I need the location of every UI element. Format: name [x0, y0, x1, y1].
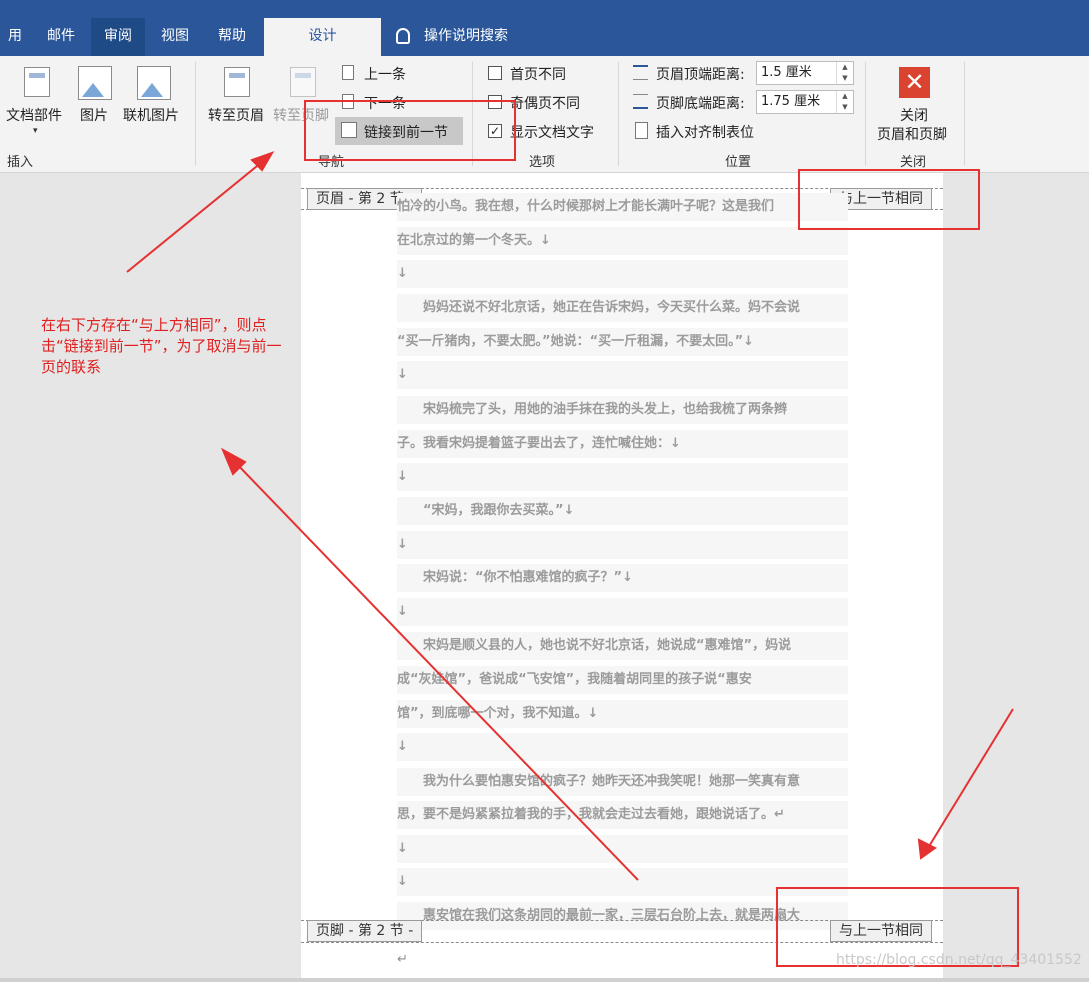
- footer-section-tag: 页脚 - 第 2 节 -: [307, 920, 423, 942]
- document-line[interactable]: 怕冷的小鸟。我在想，什么时候那树上才能长满叶子呢？这是我们: [397, 193, 848, 221]
- group-divider: [865, 62, 866, 166]
- footer-bottom-distance-value: 1.75 厘米: [761, 94, 821, 109]
- spinner-arrows-icon[interactable]: ▲ ▼: [836, 62, 853, 84]
- status-bar-edge: [0, 978, 1089, 982]
- document-line[interactable]: 我为什么要怕惠安馆的疯子？她昨天还冲我笑呢！她那一笑真有意: [397, 768, 848, 796]
- document-line[interactable]: ↓: [397, 598, 848, 626]
- picture-icon[interactable]: [78, 66, 112, 100]
- annotation-box-header-badge: [798, 169, 980, 230]
- document-line[interactable]: “买一斤猪肉，不要太肥。”她说：“买一斤租漏，不要太回。”↓: [397, 328, 848, 356]
- chevron-down-icon[interactable]: ▾: [33, 126, 38, 136]
- different-first-page-label: 首页不同: [510, 67, 566, 83]
- footer-bottom-distance-label: 页脚底端距离:: [656, 96, 745, 112]
- go-to-header-icon[interactable]: [224, 67, 250, 97]
- previous-button[interactable]: 上一条: [364, 64, 406, 84]
- document-line[interactable]: 宋妈是顺义县的人，她也说不好北京话，她说成“惠难馆”，妈说: [397, 632, 848, 660]
- tab-mailings[interactable]: 邮件: [34, 18, 88, 56]
- insert-alignment-tab-button[interactable]: 插入对齐制表位: [656, 122, 754, 142]
- different-odd-even-label: 奇偶页不同: [510, 96, 580, 112]
- go-to-footer-icon: [290, 67, 316, 97]
- footer-position-icon: [633, 94, 648, 109]
- document-line[interactable]: ↓: [397, 361, 848, 389]
- document-line[interactable]: 馆”，到底哪一个对，我不知道。↓: [397, 700, 848, 728]
- document-line[interactable]: 思，要不是妈紧紧拉着我的手，我就会走过去看她，跟她说话了。↵: [397, 801, 848, 829]
- group-divider: [618, 62, 619, 166]
- tab-review[interactable]: 审阅: [91, 18, 145, 56]
- document-parts-icon[interactable]: [24, 67, 50, 97]
- document-line[interactable]: ↓: [397, 835, 848, 863]
- document-line[interactable]: 子。我看宋妈提着篮子要出去了，连忙喊住她：↓: [397, 430, 848, 458]
- document-line[interactable]: 妈妈还说不好北京话，她正在告诉宋妈，今天买什么菜。妈不会说: [397, 294, 848, 322]
- tell-me-label: 操作说明搜索: [424, 28, 508, 44]
- previous-section-icon[interactable]: [342, 65, 354, 80]
- document-line[interactable]: 宋妈说：“你不怕惠难馆的疯子？”↓: [397, 564, 848, 592]
- document-line[interactable]: ↓: [397, 531, 848, 559]
- group-label-insert: 插入: [7, 155, 34, 170]
- go-to-header-button[interactable]: 转至页眉: [208, 105, 264, 125]
- document-line[interactable]: 在北京过的第一个冬天。↓: [397, 227, 848, 255]
- show-document-text-label: 显示文档文字: [510, 125, 594, 141]
- annotation-box-link-previous: [304, 100, 516, 161]
- header-position-icon: [633, 65, 648, 80]
- tab-design[interactable]: 设计: [264, 18, 381, 56]
- watermark: https://blog.csdn.net/qq_43401552: [836, 952, 1082, 968]
- tab-view[interactable]: 视图: [148, 18, 202, 56]
- online-picture-button[interactable]: 联机图片: [123, 105, 179, 125]
- header-top-distance-input[interactable]: 1.5 厘米 ▲ ▼: [756, 61, 854, 85]
- header-top-distance-label: 页眉顶端距离:: [656, 67, 745, 83]
- document-line[interactable]: “宋妈，我跟你去买菜。”↓: [397, 497, 848, 525]
- document-line[interactable]: ↓: [397, 463, 848, 491]
- tab-help[interactable]: 帮助: [205, 18, 259, 56]
- close-header-footer-button[interactable]: 页眉和页脚: [877, 124, 947, 144]
- document-line[interactable]: 宋妈梳完了头，用她的油手抹在我的头发上，也给我梳了两条辫: [397, 396, 848, 424]
- tell-me-search[interactable]: 操作说明搜索: [396, 18, 508, 56]
- close-icon[interactable]: ✕: [899, 67, 930, 98]
- insert-alignment-tab-icon[interactable]: [635, 122, 648, 139]
- annotation-note: 在右下方存在“与上方相同”，则点击“链接到前一节”，为了取消与前一页的联系: [41, 316, 282, 376]
- online-picture-icon[interactable]: [137, 66, 171, 100]
- document-line[interactable]: ↓: [397, 733, 848, 761]
- paragraph-mark: ↵: [397, 952, 408, 967]
- group-label-position: 位置: [725, 155, 752, 170]
- group-label-options: 选项: [529, 155, 556, 170]
- group-divider: [964, 62, 965, 166]
- document-line[interactable]: 成“灰娃馆”，爸说成“飞安馆”，我随着胡同里的孩子说“惠安: [397, 666, 848, 694]
- lightbulb-icon: [396, 28, 410, 44]
- picture-button[interactable]: 图片: [80, 105, 108, 125]
- different-first-page-checkbox[interactable]: [488, 66, 502, 80]
- close-button-line1[interactable]: 关闭: [900, 105, 928, 125]
- spinner-arrows-icon[interactable]: ▲ ▼: [836, 91, 853, 113]
- group-divider: [195, 62, 196, 166]
- document-parts-button[interactable]: 文档部件: [6, 105, 62, 125]
- footer-bottom-distance-input[interactable]: 1.75 厘米 ▲ ▼: [756, 90, 854, 114]
- document-line[interactable]: ↓: [397, 260, 848, 288]
- header-top-distance-value: 1.5 厘米: [761, 65, 812, 80]
- tab-references-partial[interactable]: 用: [0, 18, 30, 56]
- group-label-close: 关闭: [900, 155, 927, 170]
